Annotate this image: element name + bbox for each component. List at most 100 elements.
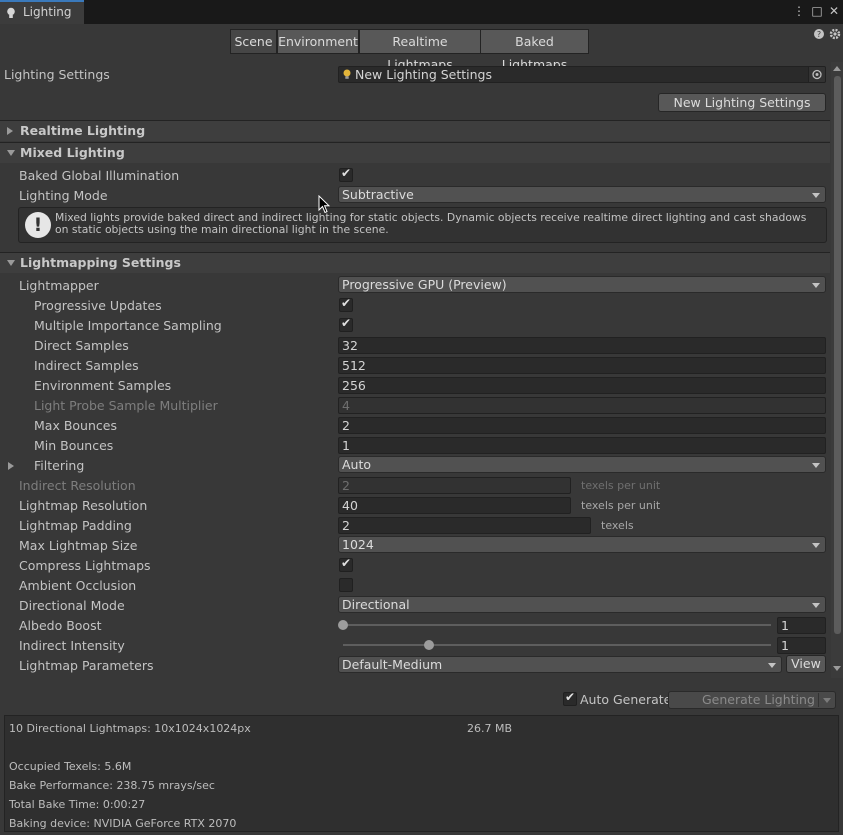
stats-total-bake-time: Total Bake Time: 0:00:27 — [9, 798, 146, 811]
mis-checkbox[interactable]: ✔ — [339, 316, 353, 332]
help-icon[interactable]: ? — [813, 28, 825, 40]
albedo-boost-input[interactable]: 1 — [777, 617, 826, 634]
lightmap-resolution-unit: texels per unit — [581, 499, 661, 512]
window-tab-lighting[interactable]: Lighting — [0, 0, 84, 24]
indirect-intensity-input[interactable]: 1 — [777, 637, 826, 654]
new-lighting-settings-button[interactable]: New Lighting Settings — [658, 93, 826, 112]
indirect-intensity-label: Indirect Intensity — [19, 638, 125, 653]
lightbulb-icon — [7, 7, 15, 18]
lightmapper-dropdown[interactable]: Progressive GPU (Preview) — [338, 276, 826, 293]
stats-baking-device: Baking device: NVIDIA GeForce RTX 2070 — [9, 817, 237, 830]
lightmap-padding-input[interactable]: 2 — [338, 517, 591, 534]
stats-size: 26.7 MB — [467, 722, 513, 735]
environment-samples-input[interactable]: 256 — [338, 377, 826, 394]
lighting-settings-label: Lighting Settings — [4, 67, 110, 82]
indirect-intensity-slider-track[interactable] — [343, 644, 771, 646]
directional-mode-dropdown[interactable]: Directional — [338, 596, 826, 613]
directional-mode-value: Directional — [342, 597, 410, 612]
albedo-boost-slider-thumb[interactable] — [338, 620, 348, 630]
lightmap-resolution-input[interactable]: 40 — [338, 497, 571, 514]
info-icon: ! — [25, 212, 51, 238]
tab-realtime-lightmaps[interactable]: Realtime Lightmaps — [359, 29, 481, 72]
section-lightmapping-settings[interactable]: Lightmapping Settings — [0, 252, 830, 273]
tab-scene[interactable]: Scene — [230, 29, 277, 54]
section-realtime-lighting[interactable]: Realtime Lighting — [0, 120, 830, 141]
compress-lightmaps-checkbox[interactable]: ✔ — [339, 556, 353, 572]
baked-gi-label: Baked Global Illumination — [19, 168, 180, 183]
scroll-up-icon[interactable] — [833, 66, 841, 71]
environment-samples-label: Environment Samples — [34, 378, 172, 393]
baked-gi-checkbox[interactable]: ✔ — [339, 166, 353, 182]
filtering-label: Filtering — [34, 458, 85, 473]
filtering-value: Auto — [342, 457, 372, 472]
light-probe-multiplier-label: Light Probe Sample Multiplier — [34, 398, 218, 413]
scrollbar-thumb[interactable] — [834, 76, 841, 634]
checkmark-icon: ✔ — [341, 296, 352, 310]
stats-occupied-texels: Occupied Texels: 5.6M — [9, 760, 132, 773]
max-bounces-input[interactable]: 2 — [338, 417, 826, 434]
indirect-resolution-label: Indirect Resolution — [19, 478, 136, 493]
min-bounces-label: Min Bounces — [34, 438, 114, 453]
chevron-down-icon — [812, 603, 820, 608]
light-probe-multiplier-input: 4 — [338, 397, 826, 414]
ambient-occlusion-label: Ambient Occlusion — [19, 578, 137, 593]
mixed-lighting-info-text: Mixed lights provide baked direct and in… — [55, 211, 807, 236]
ambient-occlusion-checkbox[interactable] — [339, 578, 353, 592]
section-realtime-lighting-label: Realtime Lighting — [20, 123, 146, 138]
lightmapper-label: Lightmapper — [19, 278, 99, 293]
tab-environment[interactable]: Environment — [277, 29, 359, 54]
lighting-settings-object-field[interactable]: New Lighting Settings — [338, 66, 826, 83]
max-lightmap-size-label: Max Lightmap Size — [19, 538, 138, 553]
settings-icon[interactable] — [829, 28, 841, 40]
indirect-resolution-input: 2 — [338, 477, 571, 494]
generate-lighting-button[interactable]: Generate Lighting — [668, 691, 836, 709]
close-icon[interactable]: ✕ — [826, 3, 842, 19]
button-separator — [818, 693, 819, 707]
section-mixed-lighting[interactable]: Mixed Lighting — [0, 142, 830, 163]
window-tab-title: Lighting — [23, 5, 72, 19]
albedo-boost-slider-track[interactable] — [343, 624, 771, 626]
lighting-asset-icon — [343, 69, 351, 79]
chevron-down-icon[interactable] — [823, 698, 831, 703]
maximize-icon[interactable]: □ — [809, 3, 825, 19]
max-lightmap-size-dropdown[interactable]: 1024 — [338, 536, 826, 553]
tab-baked-lightmaps[interactable]: Baked Lightmaps — [480, 29, 589, 72]
checkmark-icon: ✔ — [565, 690, 576, 704]
auto-generate-checkbox[interactable]: ✔ — [563, 690, 577, 706]
lightmap-padding-label: Lightmap Padding — [19, 518, 132, 533]
min-bounces-input[interactable]: 1 — [338, 437, 826, 454]
lighting-mode-value: Subtractive — [342, 187, 414, 202]
scroll-down-icon[interactable] — [833, 666, 841, 671]
inspector-scrollbar[interactable] — [831, 62, 843, 678]
indirect-resolution-unit: texels per unit — [581, 479, 661, 492]
stats-bake-performance: Bake Performance: 238.75 mrays/sec — [9, 779, 215, 792]
filtering-dropdown[interactable]: Auto — [338, 456, 826, 473]
indirect-samples-input[interactable]: 512 — [338, 357, 826, 374]
indirect-samples-label: Indirect Samples — [34, 358, 139, 373]
foldout-open-icon — [7, 260, 15, 266]
chevron-down-icon — [812, 283, 820, 288]
checkmark-icon: ✔ — [341, 556, 352, 570]
direct-samples-input[interactable]: 32 — [338, 337, 826, 354]
section-lightmapping-settings-label: Lightmapping Settings — [20, 255, 181, 270]
progressive-updates-label: Progressive Updates — [34, 298, 162, 313]
progressive-updates-checkbox[interactable]: ✔ — [339, 296, 353, 312]
bake-stats-panel: 10 Directional Lightmaps: 10x1024x1024px… — [4, 715, 839, 832]
direct-samples-label: Direct Samples — [34, 338, 129, 353]
object-picker-icon[interactable] — [808, 67, 825, 82]
lighting-mode-dropdown[interactable]: Subtractive — [338, 186, 826, 203]
auto-generate-label: Auto Generate — [580, 692, 672, 707]
filtering-foldout-icon[interactable] — [8, 462, 14, 470]
foldout-closed-icon — [7, 127, 13, 135]
chevron-down-icon — [812, 193, 820, 198]
chevron-down-icon — [812, 463, 820, 468]
max-bounces-label: Max Bounces — [34, 418, 117, 433]
lightmap-parameters-dropdown[interactable]: Default-Medium — [338, 656, 782, 673]
lightmap-parameters-view-button[interactable]: View — [786, 655, 826, 673]
kebab-menu-icon[interactable]: ⋮ — [791, 3, 807, 19]
directional-mode-label: Directional Mode — [19, 598, 125, 613]
indirect-intensity-slider-thumb[interactable] — [423, 640, 434, 650]
lightmap-parameters-label: Lightmap Parameters — [19, 658, 154, 673]
lightmap-padding-unit: texels — [601, 519, 634, 532]
albedo-boost-label: Albedo Boost — [19, 618, 102, 633]
